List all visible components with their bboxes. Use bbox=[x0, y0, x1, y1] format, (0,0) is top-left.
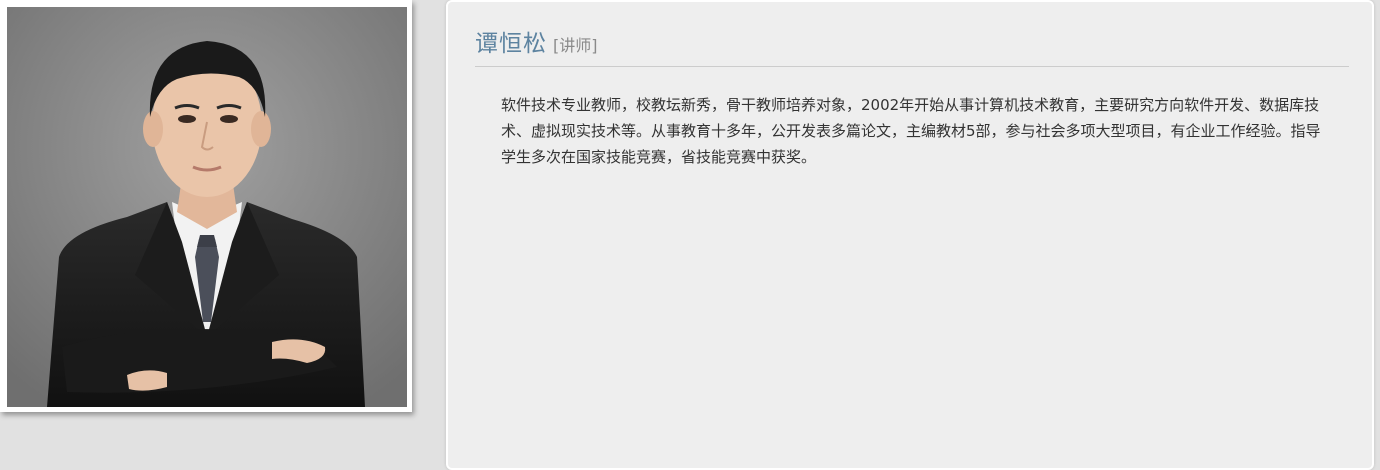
teacher-name: 谭恒松 bbox=[475, 31, 547, 57]
teacher-title: [讲师] bbox=[553, 36, 598, 55]
teacher-photo-frame bbox=[0, 0, 412, 412]
teacher-header: 谭恒松 [讲师] bbox=[475, 24, 598, 58]
portrait-image bbox=[7, 7, 407, 407]
teacher-photo bbox=[7, 7, 407, 407]
header-divider bbox=[475, 66, 1349, 67]
teacher-bio: 软件技术专业教师，校教坛新秀，骨干教师培养对象，2002年开始从事计算机技术教育… bbox=[501, 96, 1321, 166]
teacher-info-panel: 谭恒松 [讲师] 软件技术专业教师，校教坛新秀，骨干教师培养对象，2002年开始… bbox=[446, 0, 1374, 470]
